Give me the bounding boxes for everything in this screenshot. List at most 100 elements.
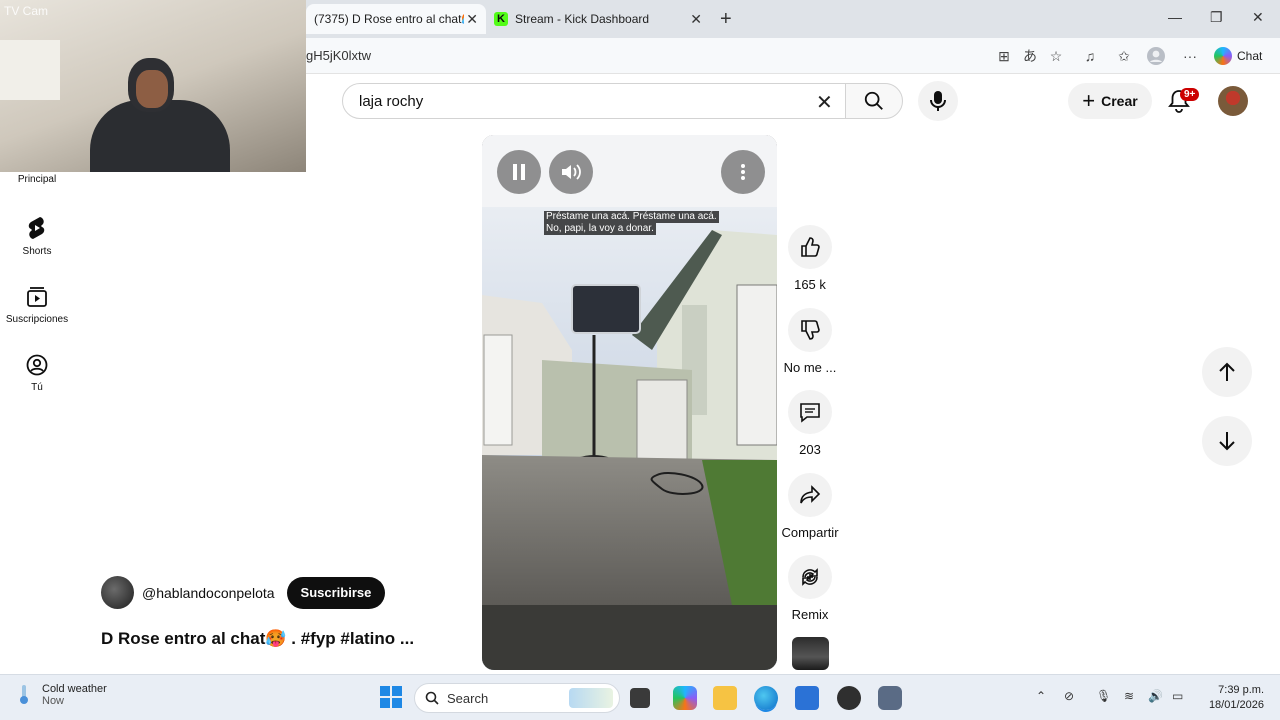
app-available-icon[interactable]: ⊞ bbox=[994, 46, 1014, 66]
webcam-overlay: TV Cam bbox=[0, 0, 306, 172]
arrow-down-icon bbox=[1219, 432, 1235, 451]
taskbar-search[interactable]: Search bbox=[414, 683, 620, 713]
webcam-label: TV Cam bbox=[4, 4, 49, 18]
screen: (7375) D Rose entro al chat🥵 ✕ K Stream … bbox=[0, 0, 1280, 720]
more-vert-icon bbox=[741, 164, 745, 180]
tab-youtube[interactable]: (7375) D Rose entro al chat🥵 ✕ bbox=[306, 4, 486, 34]
search-input[interactable]: laja rochy bbox=[342, 83, 846, 119]
remix-action[interactable]: Remix bbox=[780, 555, 840, 622]
thumbs-down-icon bbox=[801, 320, 820, 340]
microphone-tray-icon[interactable]: 🎙 bbox=[1096, 689, 1111, 703]
start-button[interactable] bbox=[380, 686, 402, 708]
search-highlight-icon bbox=[569, 688, 613, 708]
weather-title: Cold weather bbox=[42, 683, 107, 695]
share-action[interactable]: Compartir bbox=[780, 473, 840, 540]
restore-icon[interactable]: ❐ bbox=[1210, 9, 1223, 26]
profile-icon[interactable] bbox=[1146, 46, 1166, 66]
channel-name[interactable]: @hablandoconpelota bbox=[142, 585, 275, 601]
share-button[interactable] bbox=[788, 473, 832, 517]
close-window-icon[interactable]: ✕ bbox=[1252, 9, 1264, 26]
like-button[interactable] bbox=[788, 225, 832, 269]
arrow-up-icon bbox=[1219, 362, 1235, 381]
tab-title: Stream - Kick Dashboard bbox=[515, 12, 650, 26]
weather-widget[interactable]: Cold weather Now bbox=[16, 683, 107, 707]
wifi-icon[interactable]: ≋ bbox=[1124, 689, 1134, 703]
create-button[interactable]: + Crear bbox=[1068, 83, 1152, 119]
nav-item-suscripciones[interactable]: Suscripciones bbox=[0, 286, 74, 325]
channel-avatar[interactable] bbox=[101, 576, 134, 609]
dislike-action[interactable]: No me ... bbox=[780, 308, 840, 375]
app-icon[interactable] bbox=[837, 686, 861, 710]
thermometer-icon bbox=[20, 685, 28, 704]
copilot-chat-button[interactable]: Chat bbox=[1214, 45, 1262, 67]
nav-item-tu[interactable]: Tú bbox=[0, 354, 74, 393]
short-title[interactable]: D Rose entro al chat🥵 . #fyp #latino ... bbox=[101, 629, 414, 649]
chat-label: Chat bbox=[1237, 49, 1263, 63]
favorites-icon[interactable]: ✩ bbox=[1114, 46, 1134, 66]
media-control-icon[interactable]: ♫ bbox=[1080, 46, 1100, 66]
task-view-icon[interactable] bbox=[630, 688, 650, 708]
clock-date: 18/01/2026 bbox=[1208, 699, 1264, 711]
share-label: Compartir bbox=[781, 525, 839, 540]
tab-kick[interactable]: K Stream - Kick Dashboard ✕ bbox=[490, 4, 710, 34]
comments-action[interactable]: 203 bbox=[780, 390, 840, 457]
plus-icon: + bbox=[1082, 88, 1096, 113]
shorts-video-player[interactable]: Préstame una acá. Préstame una acá. No, … bbox=[482, 135, 777, 670]
close-tab-icon[interactable]: ✕ bbox=[466, 11, 478, 28]
volume-button[interactable] bbox=[549, 150, 593, 194]
store-icon[interactable] bbox=[795, 686, 819, 710]
system-clock[interactable]: 7:39 p.m. 18/01/2026 bbox=[1200, 683, 1264, 713]
comment-icon bbox=[800, 403, 820, 423]
dislike-button[interactable] bbox=[788, 308, 832, 352]
minimize-icon[interactable]: — bbox=[1168, 9, 1182, 25]
search-button[interactable] bbox=[845, 83, 903, 119]
caption-line: No, papi, la voy a donar. bbox=[544, 223, 656, 235]
tab-title: (7375) D Rose entro al chat🥵 bbox=[314, 12, 464, 26]
nav-label: Shorts bbox=[22, 246, 52, 257]
video-caption: Préstame una acá. Préstame una acá. No, … bbox=[544, 211, 719, 235]
translate-icon[interactable]: あ bbox=[1020, 46, 1040, 66]
battery-icon[interactable]: ▭ bbox=[1172, 689, 1183, 703]
voice-search-button[interactable] bbox=[918, 81, 958, 121]
you-icon bbox=[26, 354, 48, 376]
sync-off-icon[interactable]: ⊘ bbox=[1064, 689, 1074, 703]
subscribe-button[interactable]: Suscribirse bbox=[286, 576, 386, 609]
settings-gear-icon[interactable] bbox=[878, 686, 902, 710]
edge-browser-icon[interactable] bbox=[754, 686, 778, 710]
copilot-taskbar-icon[interactable] bbox=[673, 686, 697, 710]
search-icon bbox=[864, 91, 883, 110]
close-tab-icon[interactable]: ✕ bbox=[690, 11, 702, 28]
speaker-icon[interactable]: 🔊 bbox=[1148, 689, 1163, 703]
create-label: Crear bbox=[1101, 93, 1138, 109]
search-icon bbox=[425, 691, 439, 705]
taskbar-search-label: Search bbox=[447, 690, 489, 706]
pause-button[interactable] bbox=[497, 150, 541, 194]
microphone-icon bbox=[930, 91, 946, 111]
dislike-label: No me ... bbox=[783, 360, 837, 375]
remix-button[interactable] bbox=[788, 555, 832, 599]
shorts-icon bbox=[28, 217, 45, 239]
chevron-up-icon[interactable]: ⌃ bbox=[1036, 689, 1046, 703]
url-field[interactable]: gH5jK0lxtw bbox=[306, 48, 371, 63]
more-options-button[interactable] bbox=[721, 150, 765, 194]
volume-icon bbox=[562, 164, 581, 180]
new-tab-icon[interactable]: + bbox=[720, 8, 732, 31]
caption-line: Préstame una acá. Préstame una acá. bbox=[544, 211, 719, 223]
file-explorer-icon[interactable] bbox=[713, 686, 737, 710]
favorite-star-icon[interactable]: ☆ bbox=[1046, 46, 1066, 66]
like-action[interactable]: 165 k bbox=[780, 225, 840, 292]
previous-short-button[interactable] bbox=[1202, 347, 1252, 397]
clear-search-icon[interactable]: ✕ bbox=[816, 90, 833, 115]
nav-item-shorts[interactable]: Shorts bbox=[0, 216, 74, 257]
weather-subtitle: Now bbox=[42, 695, 65, 707]
sound-thumbnail[interactable] bbox=[792, 637, 829, 670]
webcam-background-window bbox=[0, 40, 60, 100]
nav-label: Suscripciones bbox=[5, 314, 69, 325]
nav-label: Tú bbox=[31, 382, 43, 393]
next-short-button[interactable] bbox=[1202, 416, 1252, 466]
comments-button[interactable] bbox=[788, 390, 832, 434]
more-menu-icon[interactable]: ··· bbox=[1180, 46, 1200, 66]
nav-item-principal[interactable]: Principal bbox=[0, 174, 74, 185]
account-avatar[interactable] bbox=[1218, 86, 1248, 116]
webcam-person-face bbox=[136, 70, 168, 108]
